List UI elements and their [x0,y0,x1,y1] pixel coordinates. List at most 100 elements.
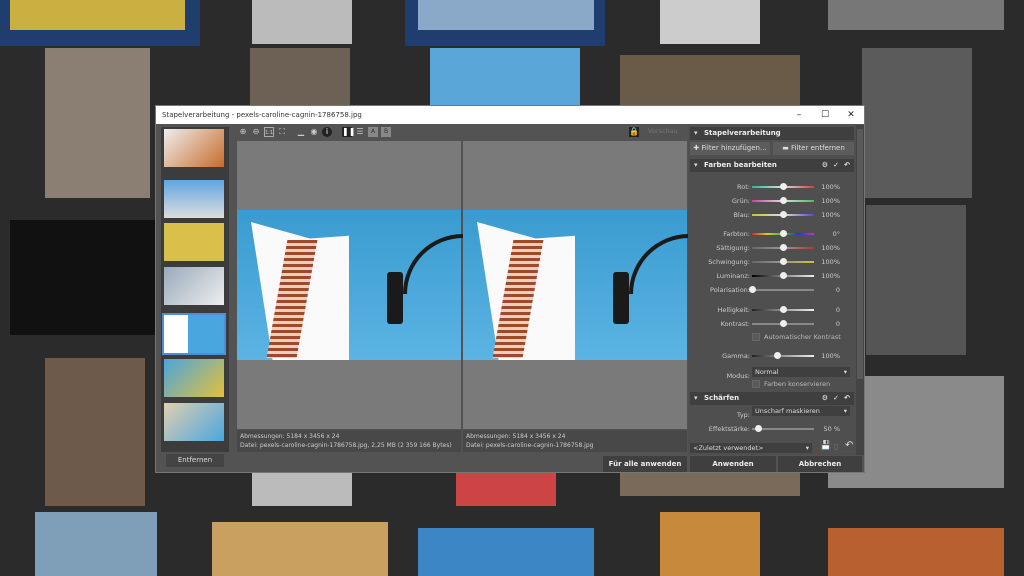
sharpen-section-header[interactable]: Schärfen ⚙ ✓ ↶ [690,392,854,405]
slider-label: Gamma: [722,352,750,360]
title-bar: Stapelverarbeitung - pexels-caroline-cag… [156,106,864,124]
thumbnail-selected[interactable] [162,313,226,355]
slider-knob[interactable] [780,230,787,237]
type-select[interactable]: Unscharf maskieren [752,406,850,416]
slider-knob[interactable] [773,352,781,359]
panel-scrollbar[interactable] [856,125,864,455]
slider-track[interactable] [752,244,814,251]
slider-knob[interactable] [780,183,787,190]
histogram-icon[interactable]: ▁ [296,127,306,137]
gear-icon[interactable]: ⚙ [822,392,828,405]
thumbnail[interactable] [164,223,224,261]
lock-icon[interactable]: 🔒 [629,127,639,137]
strength-slider[interactable] [752,425,814,432]
a-icon[interactable]: A [368,127,378,137]
slider-row: Gamma: 100% [688,350,856,362]
check-icon[interactable]: ✓ [833,392,839,405]
slider-knob[interactable] [780,211,787,218]
b-icon[interactable]: B [381,127,391,137]
slider-knob[interactable] [755,425,763,432]
slider-value: 100% [821,352,840,360]
thumbnail[interactable] [164,359,224,397]
circle-icon[interactable]: ◉ [309,127,319,137]
thumbnail[interactable] [164,267,224,305]
slider-track[interactable] [752,230,814,237]
thumbnail[interactable] [164,403,224,441]
dimensions-text: Abmessungen: 5184 x 3456 x 24 [240,433,340,440]
slider-value: 0 [835,286,840,294]
remove-filter-label: Filter entfernen [791,144,845,152]
slider-value: 0° [832,230,840,238]
apply-all-button[interactable]: Für alle anwenden [603,456,687,472]
preserve-colors-checkbox[interactable]: Farben konservieren [752,380,830,388]
close-button[interactable]: ✕ [838,106,864,124]
add-filter-button[interactable]: ✚ Filter hinzufügen... [690,142,770,155]
slider-knob[interactable] [780,320,787,327]
cancel-button[interactable]: Abbrechen [778,456,862,472]
slider-track[interactable] [752,197,814,204]
slider-track[interactable] [752,352,814,359]
slider-track[interactable] [752,258,814,265]
slider-track[interactable] [752,306,814,313]
mode-select[interactable]: Normal [752,367,850,377]
thumbnail-strip[interactable] [161,127,229,452]
save-icon[interactable]: 💾 [820,441,831,451]
colors-section-header[interactable]: Farben bearbeiten ⚙ ✓ ↶ [690,159,854,172]
remove-filter-button[interactable]: ▬ Filter entfernen [773,142,854,155]
undo-icon[interactable]: ↶ [844,159,850,172]
slider-label: Polarisation: [710,286,750,294]
preview-image [237,210,473,360]
slider-track[interactable] [752,320,814,327]
slider-value: 100% [821,183,840,191]
slider-knob[interactable] [780,306,787,313]
file-text: Datei: pexels-caroline-cagnin-1786758.jp… [466,442,594,449]
zoom-out-icon[interactable]: ⊖ [251,127,261,137]
slider-label: Schwingung: [708,258,750,266]
slider-label: Farbton: [723,230,750,238]
maximize-button[interactable]: ☐ [812,106,838,124]
minimize-button[interactable]: – [786,106,812,124]
preview-button[interactable]: Vorschau [648,127,678,135]
apply-button[interactable]: Anwenden [690,456,776,472]
thumbnail[interactable] [164,180,224,218]
slider-row: Farbton: 0° [688,228,856,240]
slider-knob[interactable] [780,272,787,279]
batch-section-header[interactable]: Stapelverarbeitung [690,127,854,140]
sharpen-title: Schärfen [704,394,740,402]
preview-original [237,141,473,429]
slider-track[interactable] [752,183,814,190]
reset-icon[interactable]: ↶ [845,440,853,451]
gear-icon[interactable]: ⚙ [822,159,828,172]
preview-image [463,210,699,360]
type-label: Typ: [736,411,750,419]
slider-row: Polarisation: 0 [688,284,856,296]
auto-contrast-checkbox[interactable]: Automatischer Kontrast [752,333,841,341]
slider-knob[interactable] [780,197,787,204]
slider-row: Kontrast: 0 [688,318,856,330]
slider-knob[interactable] [780,258,787,265]
thumbnail[interactable] [164,129,224,167]
preset-select[interactable]: <Zuletzt verwendet> [690,443,812,453]
fit-icon[interactable]: ⛶ [277,127,287,137]
slider-track[interactable] [749,286,814,293]
info-result: Abmessungen: 5184 x 3456 x 24 Datei: pex… [463,430,687,452]
slider-track[interactable] [752,211,814,218]
delete-icon[interactable]: ▯ [834,442,838,451]
strength-row: Effektstärke: 50 % [688,423,856,435]
split-horizontal-icon[interactable]: ☰ [355,127,365,137]
actual-size-icon[interactable]: 1:1 [264,127,274,137]
slider-label: Luminanz: [716,272,750,280]
check-icon[interactable]: ✓ [833,159,839,172]
slider-knob[interactable] [780,244,787,251]
remove-button[interactable]: Entfernen [166,454,224,467]
slider-label: Blau: [733,211,750,219]
slider-knob[interactable] [749,286,756,293]
slider-label: Sättigung: [716,244,750,252]
split-vertical-icon[interactable]: ❚❚ [342,127,355,137]
slider-value: 0 [835,320,840,328]
slider-track[interactable] [752,272,814,279]
undo-icon[interactable]: ↶ [844,392,850,405]
zoom-in-icon[interactable]: ⊕ [238,127,248,137]
info-icon[interactable]: i [322,127,332,137]
slider-row: Luminanz: 100% [688,270,856,282]
